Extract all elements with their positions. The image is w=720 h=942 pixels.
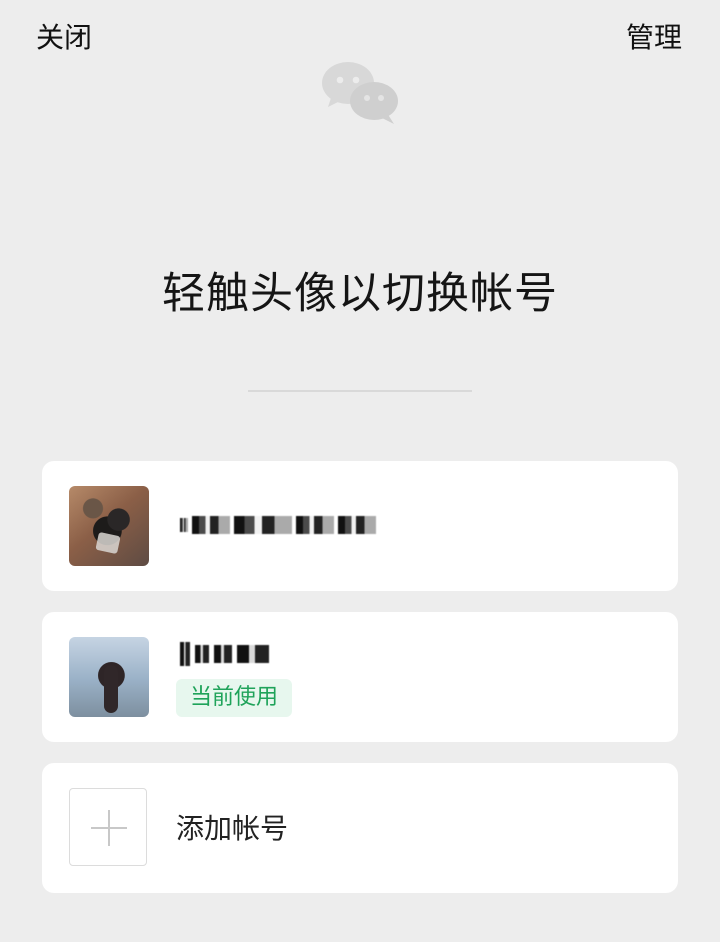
close-button[interactable]: 关闭	[36, 18, 92, 58]
add-account-label: 添加帐号	[176, 812, 289, 845]
add-account-card[interactable]: 添加帐号	[42, 763, 678, 893]
wechat-logo-icon	[322, 62, 398, 124]
page-title: 轻触头像以切换帐号	[162, 269, 558, 319]
current-account-badge: 当前使用	[176, 679, 293, 717]
manage-button[interactable]: 管理	[626, 18, 682, 58]
plus-icon	[108, 810, 110, 846]
avatar[interactable]	[69, 486, 149, 566]
account-card-2[interactable]: 当前使用	[42, 612, 678, 742]
account-name-masked	[180, 640, 269, 668]
account-card-1[interactable]	[42, 461, 678, 591]
avatar[interactable]	[69, 637, 149, 717]
account-name-masked	[180, 510, 376, 540]
add-account-button[interactable]	[69, 788, 147, 866]
title-divider	[248, 390, 472, 392]
